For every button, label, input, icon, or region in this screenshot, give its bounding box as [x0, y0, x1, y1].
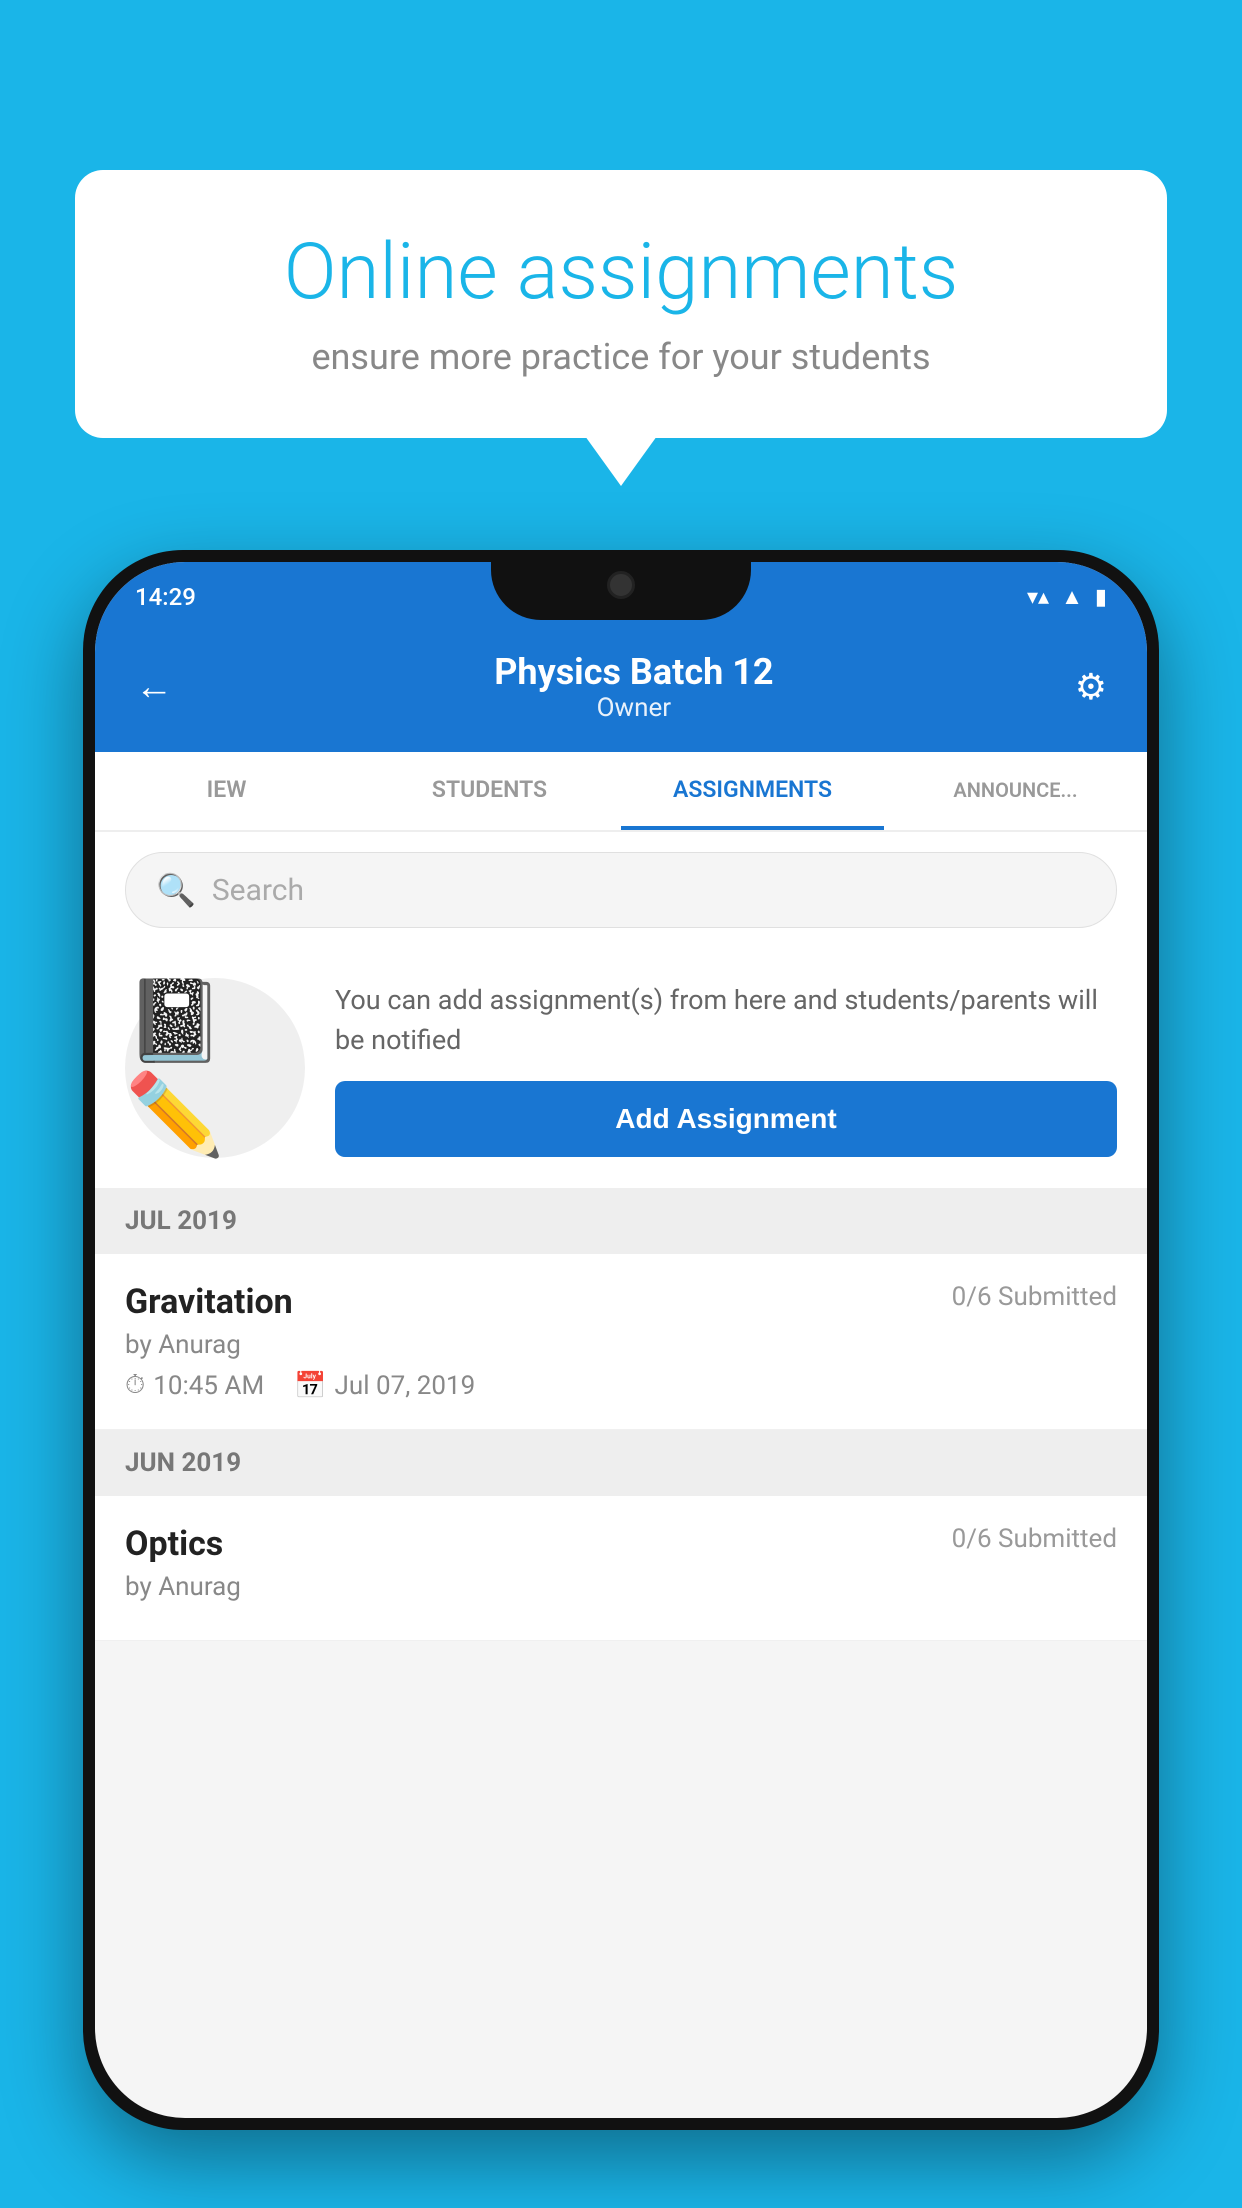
assignment-date-gravitation: 📅 Jul 07, 2019 — [294, 1371, 475, 1401]
speech-bubble-title: Online assignments — [145, 230, 1097, 316]
section-header-jun: JUN 2019 — [95, 1430, 1147, 1496]
tab-announcements[interactable]: ANNOUNCE... — [884, 752, 1147, 830]
battery-icon: ▮ — [1095, 585, 1107, 610]
section-header-jul-label: JUL 2019 — [125, 1206, 237, 1236]
tab-announcements-label: ANNOUNCE... — [953, 778, 1077, 802]
tab-students-label: STUDENTS — [432, 776, 547, 803]
tab-iew-label: IEW — [207, 776, 247, 803]
phone-screen: 14:29 ▾▴ ▲ ▮ ← Physics Batch 12 Owner ⚙ … — [95, 562, 1147, 2118]
notebook-icon: 📓✏️ — [125, 974, 305, 1162]
assignment-item-gravitation[interactable]: Gravitation 0/6 Submitted by Anurag ⏱ 10… — [95, 1254, 1147, 1430]
app-header: ← Physics Batch 12 Owner ⚙ — [95, 622, 1147, 752]
assignment-submitted-optics: 0/6 Submitted — [952, 1524, 1117, 1554]
wifi-icon: ▾▴ — [1027, 585, 1049, 610]
status-icons: ▾▴ ▲ ▮ — [1027, 584, 1107, 610]
assignment-row-top-optics: Optics 0/6 Submitted — [125, 1524, 1117, 1564]
add-assignment-button[interactable]: Add Assignment — [335, 1081, 1117, 1157]
tab-iew[interactable]: IEW — [95, 752, 358, 830]
signal-icon: ▲ — [1061, 584, 1083, 610]
section-header-jun-label: JUN 2019 — [125, 1448, 241, 1478]
tab-assignments-label: ASSIGNMENTS — [673, 776, 832, 803]
search-icon: 🔍 — [156, 871, 196, 909]
promo-description: You can add assignment(s) from here and … — [335, 980, 1117, 1061]
tab-students[interactable]: STUDENTS — [358, 752, 621, 830]
tab-assignments[interactable]: ASSIGNMENTS — [621, 752, 884, 830]
speech-bubble: Online assignments ensure more practice … — [75, 170, 1167, 438]
back-button[interactable]: ← — [135, 665, 173, 709]
speech-bubble-container: Online assignments ensure more practice … — [75, 170, 1167, 438]
search-bar[interactable]: 🔍 Search — [125, 852, 1117, 928]
assignment-date-value: Jul 07, 2019 — [335, 1371, 476, 1401]
settings-button[interactable]: ⚙ — [1075, 666, 1107, 708]
assignment-submitted-gravitation: 0/6 Submitted — [952, 1282, 1117, 1312]
assignment-name-gravitation: Gravitation — [125, 1282, 293, 1322]
assignment-by-gravitation: by Anurag — [125, 1330, 1117, 1360]
section-header-jul: JUL 2019 — [95, 1188, 1147, 1254]
promo-content: You can add assignment(s) from here and … — [335, 980, 1117, 1157]
search-placeholder-text: Search — [212, 873, 304, 908]
assignment-by-optics: by Anurag — [125, 1572, 1117, 1602]
assignment-item-optics[interactable]: Optics 0/6 Submitted by Anurag — [95, 1496, 1147, 1641]
assignment-row-top: Gravitation 0/6 Submitted — [125, 1282, 1117, 1322]
tabs-bar: IEW STUDENTS ASSIGNMENTS ANNOUNCE... — [95, 752, 1147, 832]
assignment-time-gravitation: ⏱ 10:45 AM — [125, 1370, 264, 1401]
header-batch-subtitle: Owner — [193, 693, 1075, 723]
promo-icon-circle: 📓✏️ — [125, 978, 305, 1158]
calendar-icon: 📅 — [294, 1371, 326, 1401]
search-bar-container: 🔍 Search — [95, 832, 1147, 948]
assignment-name-optics: Optics — [125, 1524, 223, 1564]
assignment-time-value: 10:45 AM — [153, 1371, 264, 1401]
promo-card: 📓✏️ You can add assignment(s) from here … — [95, 948, 1147, 1188]
phone-camera — [607, 571, 635, 599]
phone-notch — [491, 550, 751, 620]
speech-bubble-subtitle: ensure more practice for your students — [145, 336, 1097, 378]
phone-frame: 14:29 ▾▴ ▲ ▮ ← Physics Batch 12 Owner ⚙ … — [83, 550, 1159, 2130]
assignment-meta-gravitation: ⏱ 10:45 AM 📅 Jul 07, 2019 — [125, 1370, 1117, 1401]
header-batch-title: Physics Batch 12 — [193, 651, 1075, 693]
header-title-section: Physics Batch 12 Owner — [193, 651, 1075, 723]
clock-icon: ⏱ — [125, 1370, 145, 1401]
